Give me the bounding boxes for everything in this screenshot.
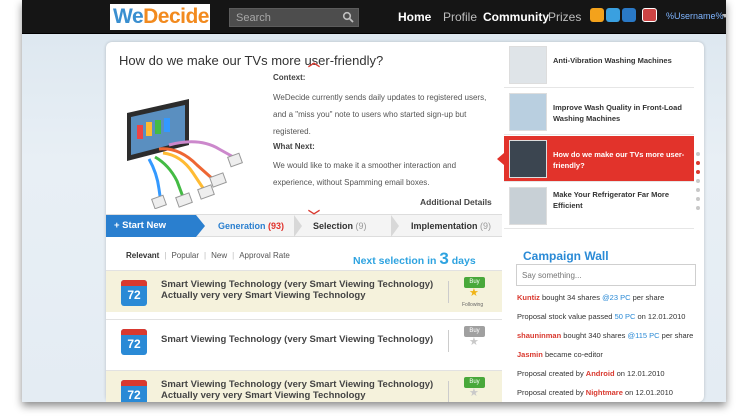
screenshot-frame: WeDecide Home Profile Community Prizes %… <box>0 0 746 416</box>
washing-machine-thumbnail <box>509 93 547 131</box>
search-input[interactable] <box>230 9 340 26</box>
next-selection-countdown: Next selection in 3 days <box>353 249 476 268</box>
idea-title[interactable]: Smart Viewing Technology (very Smart Vie… <box>161 279 446 301</box>
wedecide-logo[interactable]: WeDecide <box>110 4 210 30</box>
feed-item: Kuntiz bought 34 shares @23 PC per share <box>517 293 665 302</box>
idea-row[interactable]: 72 Smart Viewing Technology (very Smart … <box>106 270 502 312</box>
trophy-icon[interactable] <box>622 8 636 22</box>
star-icon[interactable]: ★ <box>469 388 479 399</box>
carousel-item[interactable]: Anti-Vibration Washing Machines <box>504 42 694 88</box>
idea-filters: Relevant | Popular | New | Approval Rate <box>126 251 290 260</box>
carousel-item[interactable]: Make Your Refrigerator Far More Efficien… <box>504 183 694 229</box>
question-title: How do we make our TVs more user-friendl… <box>119 53 384 68</box>
related-carousel: Anti-Vibration Washing Machines Improve … <box>497 42 704 230</box>
browser-viewport: WeDecide Home Profile Community Prizes %… <box>22 0 726 402</box>
search-icon[interactable] <box>342 11 354 23</box>
top-navigation-bar: WeDecide Home Profile Community Prizes %… <box>22 0 726 34</box>
nav-community[interactable]: Community <box>483 10 549 24</box>
feed-item: shauninman bought 340 shares @115 PC per… <box>517 331 694 340</box>
score-badge: 72 <box>121 329 147 355</box>
idea-title[interactable]: Smart Viewing Technology (very Smart Vie… <box>161 379 446 401</box>
say-something-input[interactable] <box>516 264 696 286</box>
tab-implementation[interactable]: Implementation (9) <box>411 221 491 231</box>
feed-item: Proposal created by Nightmare on 12.01.2… <box>517 388 673 397</box>
tab-selection[interactable]: Selection (9) <box>313 221 367 231</box>
what-next-label: What Next: <box>273 142 315 151</box>
nav-profile[interactable]: Profile <box>443 10 477 24</box>
start-new-button[interactable]: + Start New <box>106 215 196 237</box>
search-box <box>229 8 359 27</box>
star-icon[interactable]: ★ <box>469 337 479 348</box>
feed-item: Proposal stock value passed 50 PC on 12.… <box>517 312 686 321</box>
idea-title[interactable]: Smart Viewing Technology (very Smart Vie… <box>161 334 446 345</box>
filter-approval-rate[interactable]: Approval Rate <box>239 251 290 260</box>
wallet-icon[interactable] <box>590 8 604 22</box>
additional-details-link[interactable]: Additional Details <box>420 197 492 207</box>
messages-icon[interactable] <box>606 8 620 22</box>
username-link[interactable]: %Username% <box>666 11 724 21</box>
avatar[interactable] <box>642 8 657 22</box>
idea-row[interactable]: 72 Smart Viewing Technology (very Smart … <box>106 319 502 361</box>
campaign-wall-title: Campaign Wall <box>523 249 609 263</box>
nav-home[interactable]: Home <box>398 10 431 24</box>
filter-relevant[interactable]: Relevant <box>126 251 159 260</box>
what-next-text: We would like to make it a smoother inte… <box>273 161 457 187</box>
tv-thumbnail <box>509 140 547 178</box>
star-icon[interactable]: ★ <box>469 288 479 299</box>
idea-row[interactable]: 72 Smart Viewing Technology (very Smart … <box>106 370 502 402</box>
chevron-up-icon[interactable]: ︿ <box>308 56 320 68</box>
refrigerator-thumbnail <box>509 187 547 225</box>
filter-popular[interactable]: Popular <box>171 251 199 260</box>
context-label: Context: <box>273 73 306 82</box>
carousel-item-active[interactable]: How do we make our TVs more user-friendl… <box>497 136 694 182</box>
nav-prizes[interactable]: Prizes <box>548 10 581 24</box>
context-text: WeDecide currently sends daily updates t… <box>273 93 487 136</box>
chevron-down-icon[interactable]: ﹀ <box>308 210 320 222</box>
feed-item: Jasmin became co-editor <box>517 350 603 359</box>
feed-item: Proposal created by Android on 12.01.201… <box>517 369 665 378</box>
filter-new[interactable]: New <box>211 251 227 260</box>
carousel-pager <box>696 152 701 215</box>
tv-illustration <box>119 77 244 209</box>
following-label: Following <box>462 302 484 308</box>
carousel-item[interactable]: Improve Wash Quality in Front-Load Washi… <box>504 89 694 135</box>
score-badge: 72 <box>121 380 147 402</box>
stage-tabs: + Start New Generation (93) Selection (9… <box>106 214 502 237</box>
score-badge: 72 <box>121 280 147 306</box>
chevron-down-icon[interactable] <box>722 14 726 18</box>
main-panel: How do we make our TVs more user-friendl… <box>106 42 704 402</box>
tab-generation[interactable]: Generation (93) <box>218 221 284 231</box>
washing-machine-thumbnail <box>509 46 547 84</box>
